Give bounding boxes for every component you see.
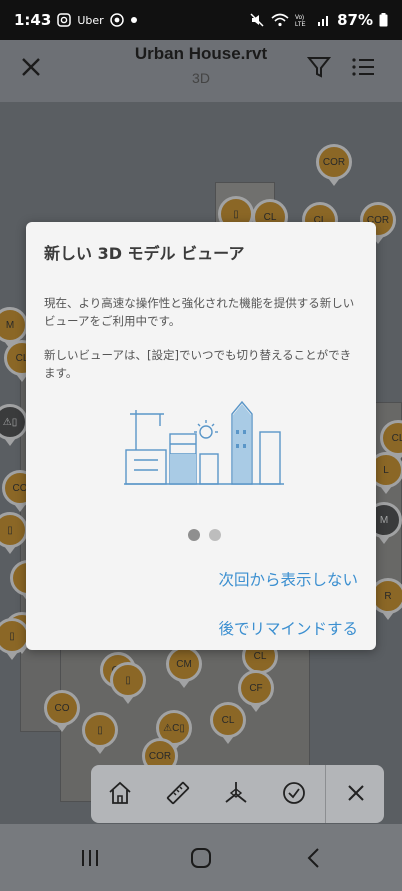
status-time: 1:43	[14, 11, 52, 29]
view-name[interactable]: 3D	[0, 70, 402, 86]
viewer-toolbar	[91, 765, 384, 823]
back-icon[interactable]	[302, 846, 326, 870]
battery-percent: 87%	[337, 11, 373, 29]
dialog-paragraph-1: 現在、より高速な操作性と強化された機能を提供する新しいビューアをご利用中です。	[44, 296, 355, 328]
volte-icon: Vo)LTE	[295, 15, 306, 27]
wifi-icon	[271, 13, 289, 27]
model-title: Urban House.rvt	[134, 44, 268, 63]
filter-icon[interactable]	[306, 54, 332, 80]
system-nav-bar	[0, 824, 402, 891]
model-browser-icon[interactable]	[223, 780, 249, 806]
measure-icon[interactable]	[165, 780, 191, 806]
svg-text:LTE: LTE	[295, 22, 306, 27]
chrome-icon	[109, 13, 124, 27]
dialog-title: 新しい 3D モデル ビューア	[44, 244, 245, 263]
remind-later-button[interactable]: 後でリマインドする	[218, 617, 358, 639]
dot-icon	[130, 17, 137, 23]
dialog-paragraph-2: 新しいビューアは、[設定]でいつでも切り替えることができます。	[44, 348, 352, 380]
battery-icon	[379, 13, 388, 27]
city-illustration	[124, 400, 284, 485]
mute-icon	[250, 13, 264, 27]
list-icon[interactable]	[350, 54, 376, 80]
status-bar: 1:43 Uber Vo) LTE 87%	[0, 0, 402, 40]
issues-icon[interactable]	[281, 780, 307, 806]
pager-dot[interactable]	[209, 529, 221, 541]
home-button-icon[interactable]	[189, 846, 213, 870]
app-header: Urban House.rvt 3D	[0, 40, 402, 102]
svg-text:Vo): Vo)	[295, 15, 304, 21]
dont-show-again-button[interactable]: 次回から表示しない	[218, 568, 358, 590]
instagram-icon	[57, 13, 72, 27]
recent-apps-icon[interactable]	[78, 846, 102, 870]
uber-icon: Uber	[77, 13, 104, 27]
pager-dots	[188, 529, 221, 541]
status-right: Vo) LTE 87%	[249, 11, 388, 29]
toolbar-divider	[325, 765, 326, 823]
close-icon[interactable]	[343, 780, 369, 806]
pager-dot[interactable]	[188, 529, 200, 541]
new-viewer-dialog: 新しい 3D モデル ビューア 現在、より高速な操作性と強化された機能を提供する…	[26, 222, 376, 650]
home-icon[interactable]	[107, 780, 133, 806]
signal-icon	[318, 16, 329, 26]
status-left: 1:43 Uber	[14, 11, 138, 29]
